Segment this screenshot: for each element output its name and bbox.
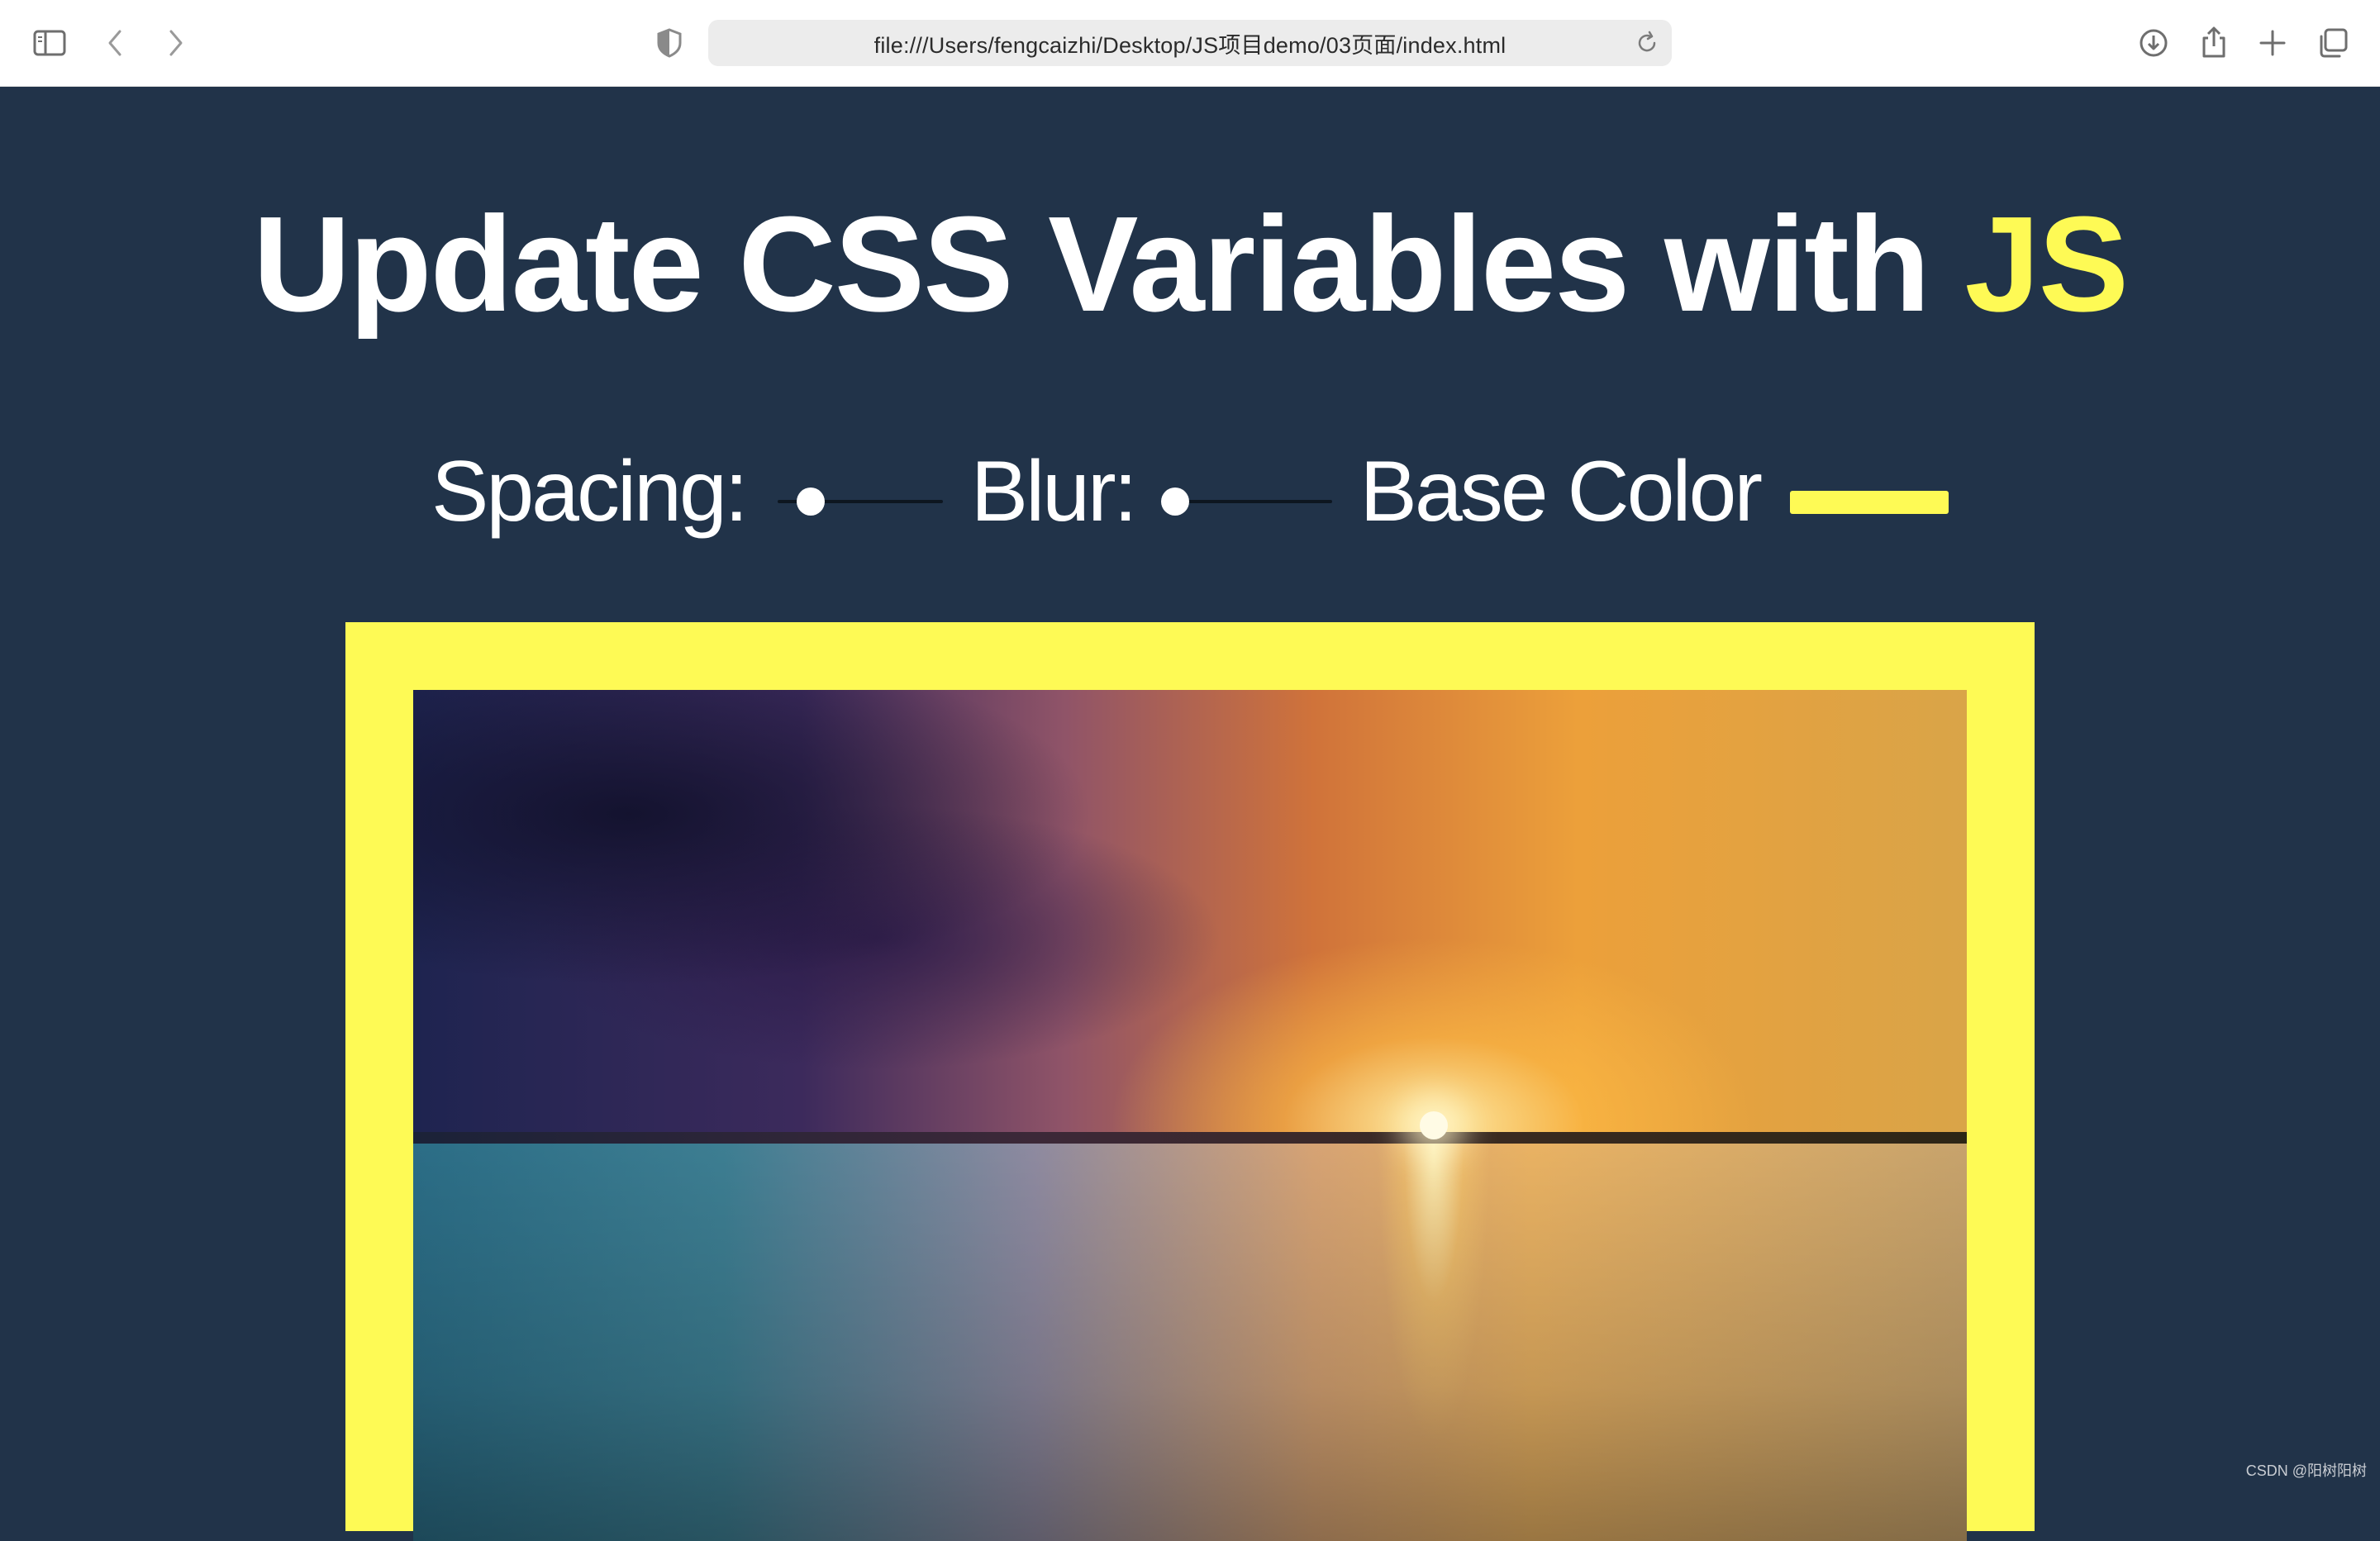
browser-toolbar: file:///Users/fengcaizhi/Desktop/JS项目dem… <box>0 0 2380 87</box>
title-main: Update CSS Variables with <box>252 188 1965 340</box>
privacy-shield-icon[interactable] <box>645 18 694 68</box>
back-icon[interactable] <box>91 18 140 68</box>
page-title: Update CSS Variables with JS <box>0 186 2380 343</box>
blur-label: Blur: <box>970 444 1138 540</box>
blur-slider[interactable] <box>1160 485 1332 518</box>
tab-overview-icon[interactable] <box>2308 18 2358 68</box>
address-bar[interactable]: file:///Users/fengcaizhi/Desktop/JS项目dem… <box>708 20 1672 66</box>
title-highlight: JS <box>1964 188 2129 340</box>
controls: Spacing: Blur: Base Color <box>0 442 2380 541</box>
blur-slider-thumb[interactable] <box>1160 488 1189 516</box>
sidebar-icon[interactable] <box>25 18 74 68</box>
reload-icon[interactable] <box>1634 30 1660 56</box>
watermark: CSDN @阳树阳树 <box>2245 1463 2367 1479</box>
blur-slider-track <box>1166 500 1332 503</box>
base-color-picker[interactable] <box>1790 491 1949 514</box>
spacing-label: Spacing: <box>431 444 749 540</box>
spacing-slider-thumb[interactable] <box>796 488 825 516</box>
new-tab-icon[interactable] <box>2248 18 2297 68</box>
image-frame <box>345 622 2035 1541</box>
share-icon[interactable] <box>2189 18 2239 68</box>
forward-icon[interactable] <box>150 18 200 68</box>
url-text: file:///Users/fengcaizhi/Desktop/JS项目dem… <box>873 32 1507 58</box>
sunset-photo <box>413 690 1967 1541</box>
spacing-slider[interactable] <box>777 485 943 518</box>
download-icon[interactable] <box>2129 18 2178 68</box>
base-color-label: Base Color <box>1359 444 1763 540</box>
